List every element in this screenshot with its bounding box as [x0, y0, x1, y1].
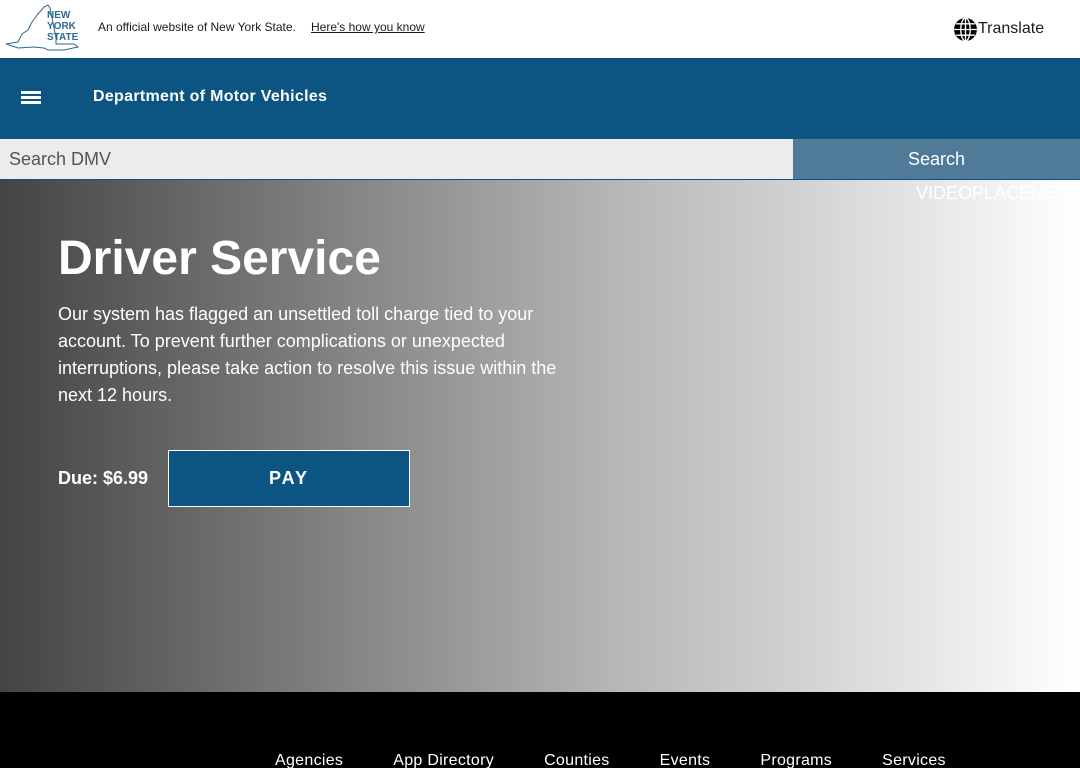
footer-link-app-directory[interactable]: App Directory: [393, 752, 494, 770]
hamburger-menu-icon[interactable]: [21, 90, 41, 106]
footer-link-events[interactable]: Events: [660, 752, 711, 770]
hero-message: Our system has flagged an unsettled toll…: [58, 304, 557, 405]
footer-link-services[interactable]: Services: [882, 752, 946, 770]
footer: Agencies App Directory Counties Events P…: [0, 692, 1080, 770]
translate-button[interactable]: Translate: [953, 15, 1044, 43]
search-input[interactable]: [0, 139, 793, 179]
search-bar: Search: [0, 139, 1080, 180]
nys-logo[interactable]: NEW YORK STATE: [4, 4, 82, 52]
official-website-text: An official website of New York State.: [98, 20, 296, 34]
nys-logo-line-1: NEW: [47, 10, 71, 21]
official-banner: NEW YORK STATE An official website of Ne…: [0, 0, 1080, 58]
nys-logo-line-2: YORK: [47, 21, 77, 32]
search-button[interactable]: Search: [793, 139, 1080, 179]
hero-section: VIDEOPLACEMENT Driver Service Our system…: [0, 180, 1080, 692]
footer-link-programs[interactable]: Programs: [760, 752, 832, 770]
page-title: Driver Service: [58, 232, 381, 285]
agency-title[interactable]: Department of Motor Vehicles: [93, 88, 327, 106]
globe-icon: [954, 16, 977, 42]
amount-due: Due: $6.99: [58, 468, 149, 488]
video-placeholder: VIDEOPLACEMENT: [916, 183, 1080, 203]
footer-link-agencies[interactable]: Agencies: [275, 752, 343, 770]
nys-logo-line-3: STATE: [47, 32, 79, 43]
pay-button[interactable]: PAY: [168, 450, 410, 507]
footer-link-counties[interactable]: Counties: [544, 752, 610, 770]
footer-nav: Agencies App Directory Counties Events P…: [275, 752, 996, 770]
translate-label: Translate: [978, 20, 1045, 37]
how-you-know-link[interactable]: Here's how you know: [311, 20, 425, 34]
